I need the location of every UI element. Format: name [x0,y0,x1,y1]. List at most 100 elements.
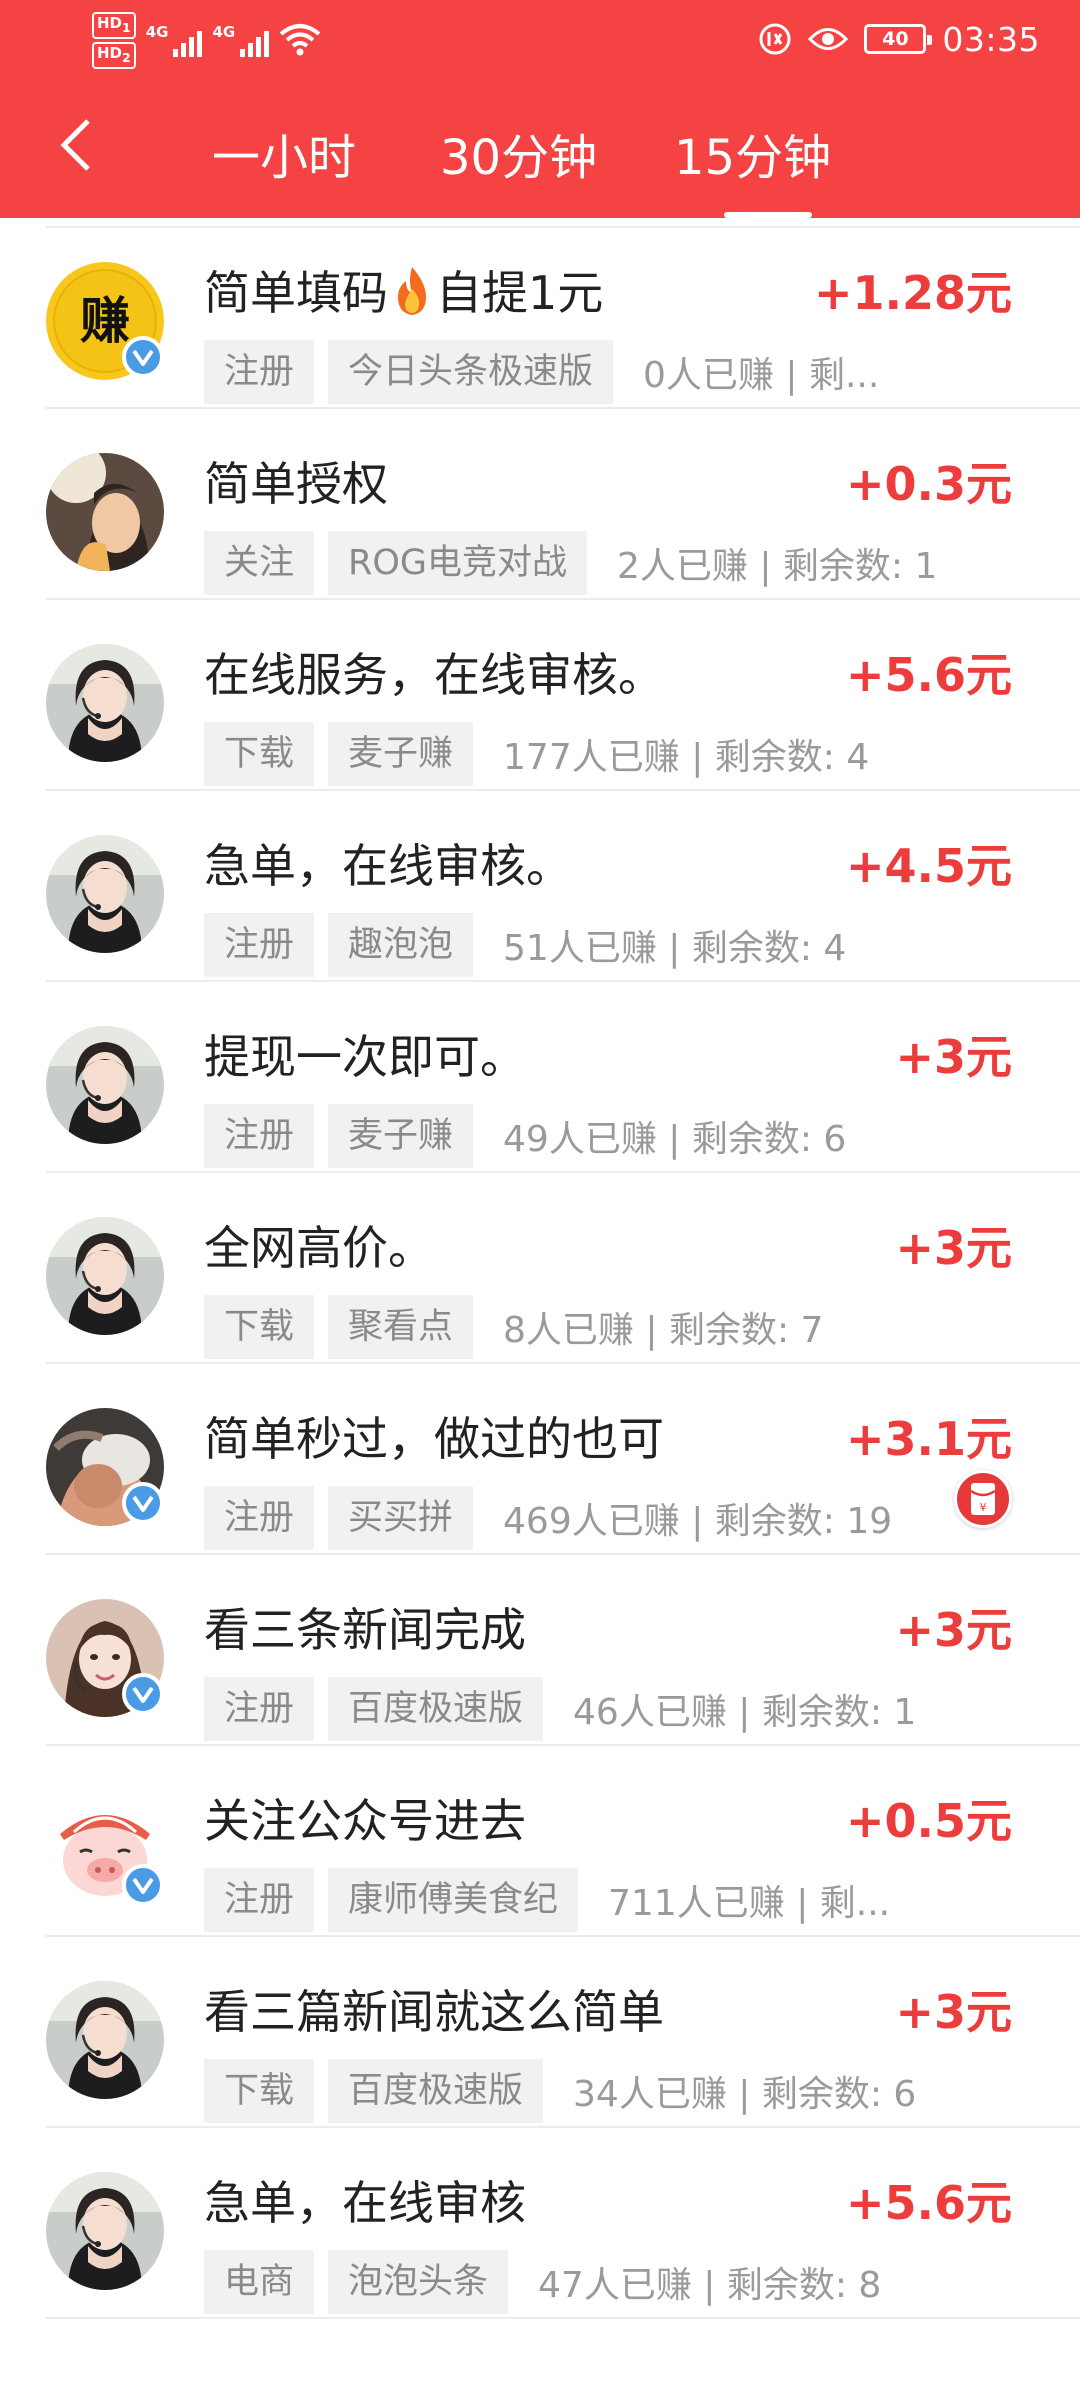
task-meta: 注册 百度极速版 46人已赚 | 剩余数: 1 [204,1677,1014,1741]
red-packet-icon: ¥ [970,1483,996,1515]
eye-comfort-icon [808,28,849,50]
task-meta: 注册 康师傅美食纪 711人已赚 | 剩... [204,1868,1014,1932]
task-title: 关注公众号进去 [204,1794,526,1848]
task-meta: 注册 麦子赚 49人已赚 | 剩余数: 6 [204,1104,1014,1168]
verified-badge-icon [122,1864,164,1906]
task-title: 急单，在线审核 [204,2176,526,2230]
task-stats: 2人已赚 | 剩余数: 1 [617,546,938,587]
task-stats: 34人已赚 | 剩余数: 6 [573,2074,917,2115]
task-title: 看三条新闻完成 [204,1603,526,1657]
hd-indicators: HD1 HD2 [92,11,136,69]
app-name-tag: 百度极速版 [328,2059,544,2123]
task-item[interactable]: 在线服务，在线审核。 +5.6元 下载 麦子赚 177人已赚 | 剩余数: 4 [0,600,1080,791]
task-item[interactable]: 急单，在线审核 +5.6元 电商 泡泡头条 47人已赚 | 剩余数: 8 [0,2128,1080,2319]
reward-amount: +5.6元 [845,648,1012,702]
tab-30-minutes[interactable]: 30分钟 [420,100,652,218]
task-stats: 47人已赚 | 剩余数: 8 [538,2265,882,2306]
reward-amount: +3元 [895,1603,1012,1657]
task-item[interactable]: 看三条新闻完成 +3元 注册 百度极速版 46人已赚 | 剩余数: 1 [0,1555,1080,1746]
hd2-badge: HD2 [92,41,136,69]
task-item[interactable]: 赚 简单填码 自提1元 +1.28元 注册 今日头条极速版 0人已赚 | 剩... [0,218,1080,409]
app-name-tag: 百度极速版 [328,1677,544,1741]
app-name-tag: 麦子赚 [328,1104,474,1168]
task-item[interactable]: 提现一次即可。 +3元 注册 麦子赚 49人已赚 | 剩余数: 6 [0,982,1080,1173]
task-meta: 注册 今日头条极速版 0人已赚 | 剩... [204,340,1014,404]
task-meta: 下载 聚看点 8人已赚 | 剩余数: 7 [204,1295,1014,1359]
task-item[interactable]: 简单秒过，做过的也可 +3.1元 注册 买买拼 469人已赚 | 剩余数: 19 [0,1364,1080,1555]
tab-15-minutes[interactable]: 15分钟 [652,100,892,218]
task-title: 简单秒过，做过的也可 [204,1412,664,1466]
headset-girl-avatar [46,1026,164,1144]
time-filter-tabs: 一小时 30分钟 15分钟 [180,100,892,218]
svg-text:¥: ¥ [980,1501,987,1514]
task-item[interactable]: 看三篇新闻就这么简单 +3元 下载 百度极速版 34人已赚 | 剩余数: 6 [0,1937,1080,2128]
task-title: 简单填码 自提1元 [204,266,604,320]
task-item[interactable]: 全网高价。 +3元 下载 聚看点 8人已赚 | 剩余数: 7 [0,1173,1080,1364]
reward-amount: +0.5元 [845,1794,1012,1848]
verified-badge-icon [122,1482,164,1524]
chevron-left-icon [60,119,90,171]
task-title: 全网高价。 [204,1221,434,1275]
battery-icon: 40 [864,24,933,54]
app-name-tag: 泡泡头条 [328,2250,509,2314]
app-name-tag: 麦子赚 [328,722,474,786]
status-right: 40 03:35 [758,14,1040,64]
task-type-tag: 下载 [204,722,315,786]
task-meta: 电商 泡泡头条 47人已赚 | 剩余数: 8 [204,2250,1014,2314]
back-button[interactable] [46,110,106,180]
task-type-tag: 下载 [204,2059,315,2123]
clock: 03:35 [942,19,1040,59]
status-left: HD1 HD2 4G 4G [92,8,321,72]
verified-badge-icon [122,1673,164,1715]
reward-amount: +3元 [895,1030,1012,1084]
hd1-badge: HD1 [92,11,136,39]
task-meta: 下载 百度极速版 34人已赚 | 剩余数: 6 [204,2059,1014,2123]
task-type-tag: 注册 [204,1868,315,1932]
headset-girl-avatar [46,835,164,953]
task-stats: 49人已赚 | 剩余数: 6 [503,1119,847,1160]
task-stats: 469人已赚 | 剩余数: 19 [503,1501,893,1542]
headset-girl-avatar [46,1981,164,2099]
task-type-tag: 注册 [204,913,315,977]
red-packet-button[interactable]: ¥ [954,1470,1012,1528]
reward-amount: +1.28元 [813,266,1012,320]
task-type-tag: 下载 [204,1295,315,1359]
app-name-tag: 趣泡泡 [328,913,474,977]
signal-sim2-icon: 4G [212,23,270,57]
svg-text:赚: 赚 [80,292,130,350]
task-stats: 177人已赚 | 剩余数: 4 [503,737,870,778]
app-name-tag: 今日头条极速版 [328,340,614,404]
fire-icon [398,267,426,315]
task-item[interactable]: 急单，在线审核。 +4.5元 注册 趣泡泡 51人已赚 | 剩余数: 4 [0,791,1080,982]
signal-sim1-icon: 4G [146,23,203,57]
task-title: 急单，在线审核。 [204,839,572,893]
task-title: 在线服务，在线审核。 [204,648,664,702]
app-header: HD1 HD2 4G 4G 40 03:35 一小时 30分钟 15分钟 [0,0,1080,218]
task-type-tag: 注册 [204,1677,315,1741]
task-stats: 8人已赚 | 剩余数: 7 [503,1310,824,1351]
reward-amount: +0.3元 [845,457,1012,511]
headset-girl-avatar [46,644,164,762]
task-stats: 0人已赚 | 剩... [643,355,880,396]
reward-amount: +3元 [895,1221,1012,1275]
tab-one-hour[interactable]: 一小时 [180,100,420,218]
task-type-tag: 关注 [204,531,315,595]
task-meta: 下载 麦子赚 177人已赚 | 剩余数: 4 [204,722,1014,786]
task-title: 提现一次即可。 [204,1030,526,1084]
task-title: 看三篇新闻就这么简单 [204,1985,664,2039]
headset-girl-avatar [46,2172,164,2290]
task-type-tag: 电商 [204,2250,315,2314]
task-stats: 711人已赚 | 剩... [608,1883,891,1924]
reward-amount: +4.5元 [845,839,1012,893]
task-item[interactable]: 关注公众号进去 +0.5元 注册 康师傅美食纪 711人已赚 | 剩... [0,1746,1080,1937]
task-meta: 注册 买买拼 469人已赚 | 剩余数: 19 [204,1486,1014,1550]
reward-amount: +3元 [895,1985,1012,2039]
app-name-tag: 康师傅美食纪 [328,1868,579,1932]
task-meta: 注册 趣泡泡 51人已赚 | 剩余数: 4 [204,913,1014,977]
task-title: 简单授权 [204,457,388,511]
task-type-tag: 注册 [204,1486,315,1550]
reward-amount: +5.6元 [845,2176,1012,2230]
girl-photo-avatar [46,453,164,571]
task-item[interactable]: 简单授权 +0.3元 关注 ROG电竞对战 2人已赚 | 剩余数: 1 [0,409,1080,600]
task-meta: 关注 ROG电竞对战 2人已赚 | 剩余数: 1 [204,531,1014,595]
